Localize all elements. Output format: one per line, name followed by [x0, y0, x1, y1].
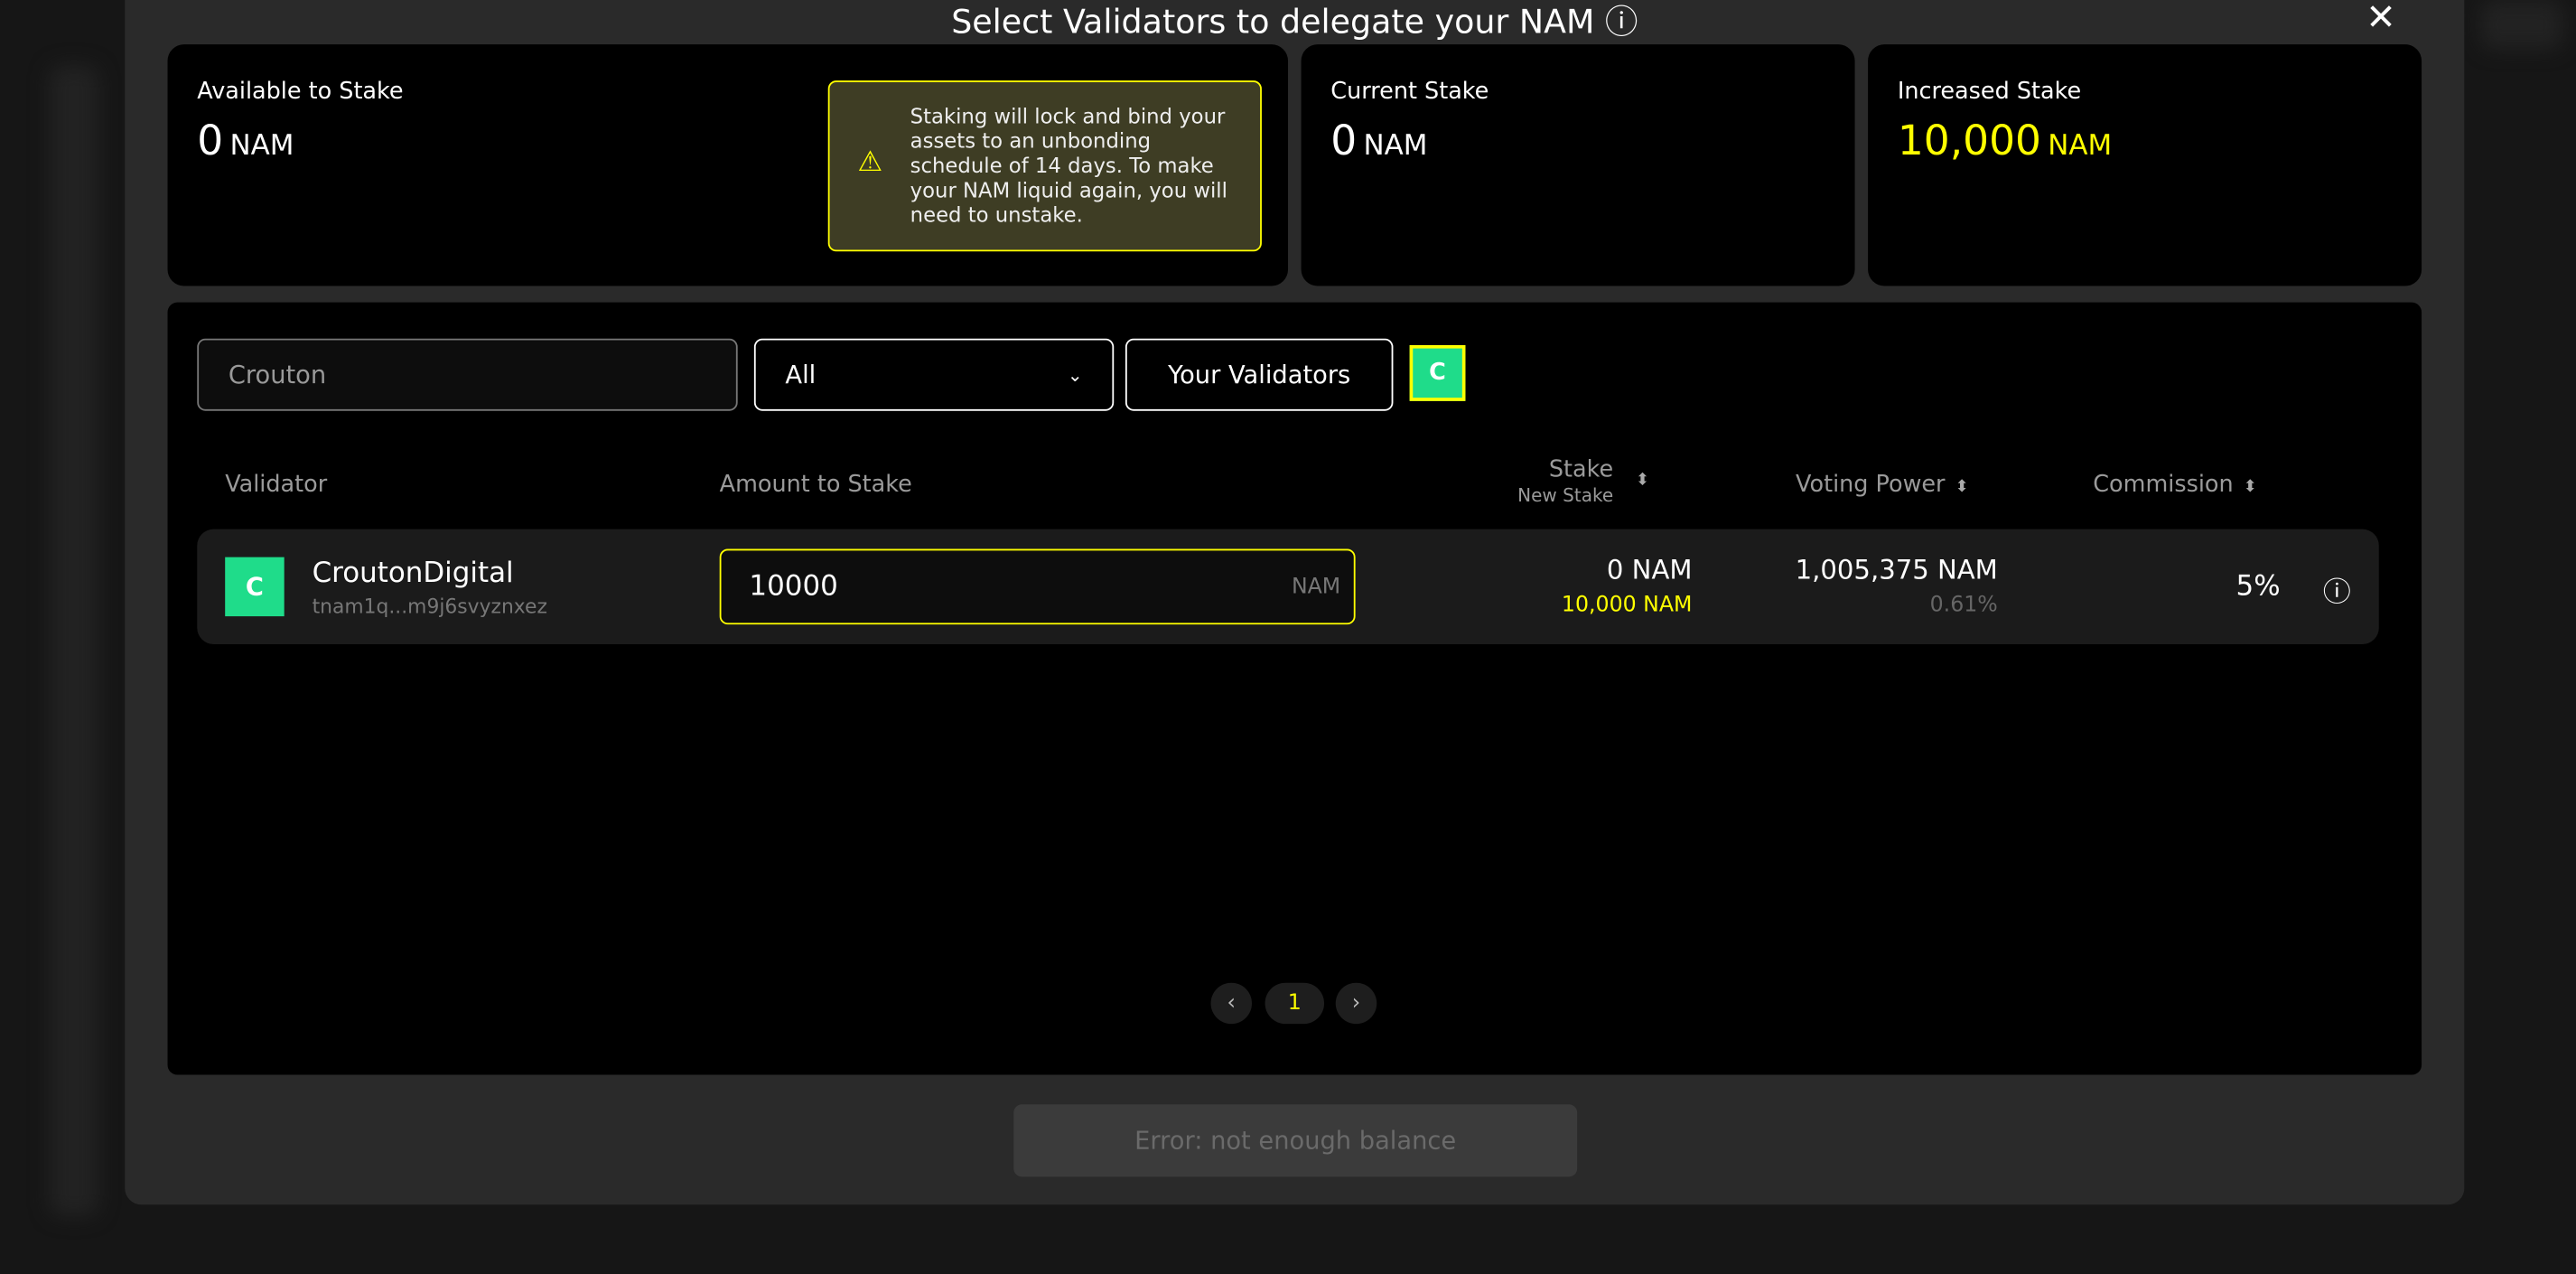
card-label: Current Stake	[1330, 79, 1489, 106]
close-x-icon[interactable]: ✕	[2366, 0, 2396, 40]
staking-warning: ⚠ Staking will lock and bind your assets…	[827, 80, 1262, 252]
chevron-right-icon[interactable]: ›	[1335, 982, 1377, 1025]
header-commission[interactable]: Commission ⬍	[2093, 472, 2257, 498]
filter-select[interactable]: All ⌄	[753, 338, 1115, 411]
background-blur	[2480, 0, 2563, 50]
table-row: C CroutonDigital tnam1q...m9j6svyznxez 1…	[197, 529, 2379, 645]
current-stake-card: Current Stake 0 NAM	[1301, 44, 1855, 286]
header-amount: Amount to Stake	[719, 472, 912, 499]
header-voting-power[interactable]: Voting Power ⬍	[1796, 472, 1969, 498]
commission-value: 5%	[2235, 570, 2281, 604]
warning-triangle-icon: ⚠	[857, 145, 883, 180]
validator-logo: C	[225, 557, 285, 617]
modal-title-text: Select Validators to delegate your NAM	[951, 1, 1595, 42]
card-value: 10,000 NAM	[1897, 117, 2113, 164]
new-stake-value: 10,000 NAM	[1561, 593, 1693, 618]
card-label: Increased Stake	[1897, 79, 2082, 106]
card-label: Available to Stake	[197, 79, 404, 106]
validator-name: CroutonDigital	[312, 557, 514, 590]
search-input[interactable]: Crouton	[197, 338, 738, 411]
increased-stake-card: Increased Stake 10,000 NAM	[1868, 44, 2422, 286]
header-stake[interactable]: Stake New Stake ⬍	[1449, 457, 1649, 510]
submit-button[interactable]: Error: not enough balance	[1013, 1104, 1578, 1177]
validators-panel: Crouton All ⌄ Your Validators C Validator…	[167, 302, 2422, 1075]
chevron-down-icon: ⌄	[1067, 363, 1083, 386]
validator-address: tnam1q...m9j6svyznxez	[312, 595, 547, 618]
chevron-left-icon[interactable]: ‹	[1210, 982, 1253, 1025]
info-circle-icon[interactable]: ⓘ	[2323, 568, 2351, 609]
sort-icon[interactable]: ⬍	[1636, 468, 1649, 494]
sort-icon[interactable]: ⬍	[1955, 478, 1968, 496]
background-blur	[49, 65, 99, 1216]
modal-title: Select Validators to delegate your NAM ⓘ	[125, 4, 2464, 40]
sort-icon[interactable]: ⬍	[2244, 478, 2257, 496]
info-circle-icon[interactable]: ⓘ	[1605, 2, 1638, 42]
validator-logo-filter[interactable]: C	[1409, 344, 1466, 401]
voting-power-percent: 0.61%	[1929, 593, 1998, 618]
voting-power-value: 1,005,375 NAM	[1795, 553, 1998, 585]
card-value: 0 NAM	[197, 117, 294, 164]
stake-value: 0 NAM	[1606, 553, 1693, 585]
warning-text: Staking will lock and bind your assets t…	[910, 103, 1227, 228]
available-to-stake-card: Available to Stake 0 NAM ⚠ Staking will l…	[167, 44, 1289, 286]
card-value: 0 NAM	[1330, 117, 1428, 164]
header-validator: Validator	[225, 472, 328, 499]
page-button-1[interactable]: 1	[1265, 982, 1325, 1025]
your-validators-button[interactable]: Your Validators	[1125, 338, 1394, 411]
amount-to-stake-input[interactable]: 10000 NAM	[719, 548, 1356, 625]
